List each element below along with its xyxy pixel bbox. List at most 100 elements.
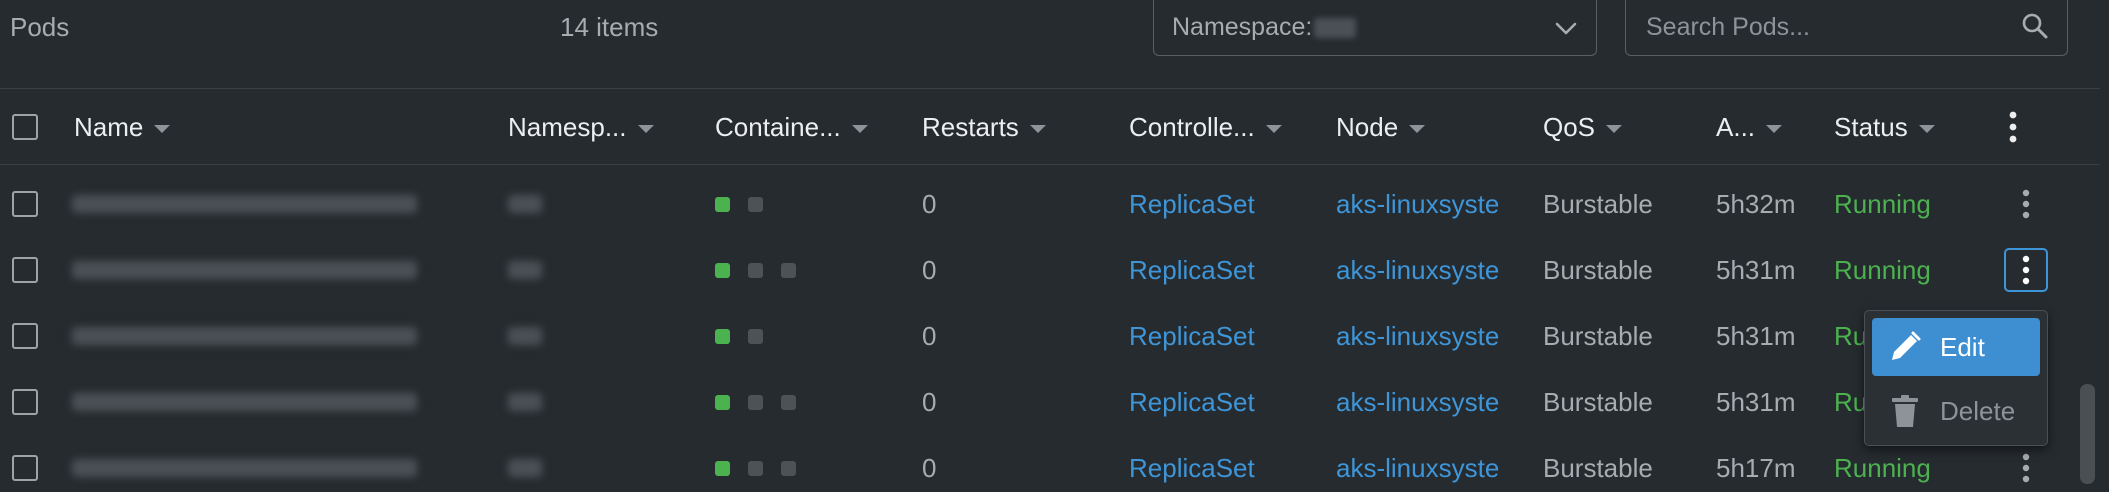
- row-checkbox[interactable]: [12, 171, 38, 237]
- age-cell: 5h17m: [1716, 452, 1796, 483]
- containers-cell: [715, 171, 781, 237]
- container-status-indicator: [748, 196, 763, 212]
- kebab-icon: [2020, 255, 2032, 285]
- row-checkbox[interactable]: [12, 369, 38, 435]
- sort-caret-icon: [637, 124, 654, 133]
- column-header-node[interactable]: Node: [1336, 89, 1426, 165]
- redacted-text: [508, 195, 542, 213]
- restarts-cell: 0: [922, 452, 937, 483]
- pod-namespace-redacted: [508, 237, 542, 303]
- column-label: Controlle...: [1129, 111, 1255, 142]
- table-row[interactable]: 0 ReplicaSet aks-linuxsyste Burstable 5h32m R…: [0, 171, 2100, 237]
- column-label: Status: [1834, 111, 1908, 142]
- node-link[interactable]: aks-linuxsyste: [1336, 237, 1499, 303]
- row-checkbox[interactable]: [12, 237, 38, 303]
- containers-cell: [715, 435, 814, 492]
- node-link[interactable]: aks-linuxsyste: [1336, 303, 1499, 369]
- node-link[interactable]: aks-linuxsyste: [1336, 171, 1499, 237]
- table-row[interactable]: 0 ReplicaSet aks-linuxsyste Burstable 5h31m R…: [0, 303, 2100, 369]
- column-header-age[interactable]: A...: [1716, 89, 1783, 165]
- containers-cell: [715, 303, 781, 369]
- node-link[interactable]: aks-linuxsyste: [1336, 435, 1499, 492]
- pod-namespace-redacted: [508, 369, 542, 435]
- node-link[interactable]: aks-linuxsyste: [1336, 369, 1499, 435]
- column-label: Node: [1336, 111, 1399, 142]
- pod-name-redacted[interactable]: [72, 435, 417, 492]
- controller-link[interactable]: ReplicaSet: [1129, 435, 1255, 492]
- column-header-restarts[interactable]: Restarts: [922, 89, 1047, 165]
- controller-link[interactable]: ReplicaSet: [1129, 303, 1255, 369]
- kebab-icon: [2020, 189, 2032, 219]
- row-actions-cell: [2006, 171, 2046, 237]
- pod-name-redacted[interactable]: [72, 369, 417, 435]
- qos-cell: Burstable: [1543, 254, 1653, 285]
- column-label: A...: [1716, 111, 1756, 142]
- checkbox[interactable]: [12, 191, 38, 217]
- containers-cell: [715, 237, 814, 303]
- redacted-text: [508, 327, 542, 345]
- checkbox[interactable]: [12, 323, 38, 349]
- controller-link[interactable]: ReplicaSet: [1129, 171, 1255, 237]
- age-cell: 5h32m: [1716, 188, 1796, 219]
- row-checkbox[interactable]: [12, 303, 38, 369]
- search-icon[interactable]: [2021, 12, 2049, 45]
- container-status-indicator: [748, 460, 763, 476]
- row-checkbox[interactable]: [12, 435, 38, 492]
- controller-link[interactable]: ReplicaSet: [1129, 237, 1255, 303]
- select-all-checkbox[interactable]: [12, 89, 38, 165]
- row-actions-button[interactable]: [2006, 448, 2046, 488]
- namespace-select[interactable]: Namespace:: [1153, 0, 1597, 56]
- status-cell: Ru: [1834, 320, 1868, 351]
- search-input[interactable]: [1626, 0, 2006, 54]
- table-row[interactable]: 0 ReplicaSet aks-linuxsyste Burstable 5h31m R…: [0, 237, 2100, 303]
- column-header-namespace[interactable]: Namesp...: [508, 89, 655, 165]
- table-row[interactable]: 0 ReplicaSet aks-linuxsyste Burstable 5h31m R…: [0, 369, 2100, 435]
- column-options-button[interactable]: [2006, 89, 2020, 165]
- pods-view: Pods 14 items Namespace: Name Namesp...: [0, 0, 2109, 492]
- column-header-containers[interactable]: Containe...: [715, 89, 869, 165]
- table-row[interactable]: 0 ReplicaSet aks-linuxsyste Burstable 5h17m R…: [0, 435, 2100, 492]
- sort-caret-icon: [851, 124, 868, 133]
- column-header-qos[interactable]: QoS: [1543, 89, 1623, 165]
- containers-cell: [715, 369, 814, 435]
- chevron-down-icon: [1554, 16, 1578, 47]
- search-box[interactable]: [1625, 0, 2068, 56]
- container-status-indicator: [748, 394, 763, 410]
- pod-name-redacted[interactable]: [72, 303, 417, 369]
- restarts-cell: 0: [922, 320, 937, 351]
- redacted-text: [72, 261, 417, 279]
- qos-cell: Burstable: [1543, 320, 1653, 351]
- controller-link[interactable]: ReplicaSet: [1129, 369, 1255, 435]
- edit-menu-item[interactable]: Edit: [1872, 318, 2040, 376]
- checkbox[interactable]: [12, 389, 38, 415]
- column-header-name[interactable]: Name: [74, 89, 171, 165]
- row-actions-button[interactable]: [2004, 248, 2048, 292]
- restarts-cell: 0: [922, 386, 937, 417]
- scrollbar-thumb[interactable]: [2080, 384, 2095, 484]
- namespace-label: Namespace:: [1172, 13, 1313, 41]
- redacted-text: [508, 459, 542, 477]
- checkbox[interactable]: [12, 114, 38, 140]
- checkbox[interactable]: [12, 455, 38, 481]
- container-status-indicator: [715, 196, 730, 212]
- column-label: QoS: [1543, 111, 1596, 142]
- restarts-cell: 0: [922, 188, 937, 219]
- pod-namespace-redacted: [508, 171, 542, 237]
- column-header-status[interactable]: Status: [1834, 89, 1936, 165]
- qos-cell: Burstable: [1543, 452, 1653, 483]
- container-status-indicator: [715, 262, 730, 278]
- redacted-text: [508, 393, 542, 411]
- column-header-controller[interactable]: Controlle...: [1129, 89, 1283, 165]
- redacted-text: [72, 459, 417, 477]
- row-actions-button[interactable]: [2006, 184, 2046, 224]
- delete-menu-item[interactable]: Delete: [1872, 382, 2040, 440]
- column-label: Namesp...: [508, 111, 627, 142]
- namespace-value-redacted: [1314, 17, 1357, 38]
- sort-caret-icon: [1265, 124, 1282, 133]
- page-title: Pods: [10, 12, 70, 42]
- checkbox[interactable]: [12, 257, 38, 283]
- pod-namespace-redacted: [508, 303, 542, 369]
- pod-name-redacted[interactable]: [72, 237, 417, 303]
- pod-name-redacted[interactable]: [72, 171, 417, 237]
- kebab-icon: [2009, 111, 2017, 143]
